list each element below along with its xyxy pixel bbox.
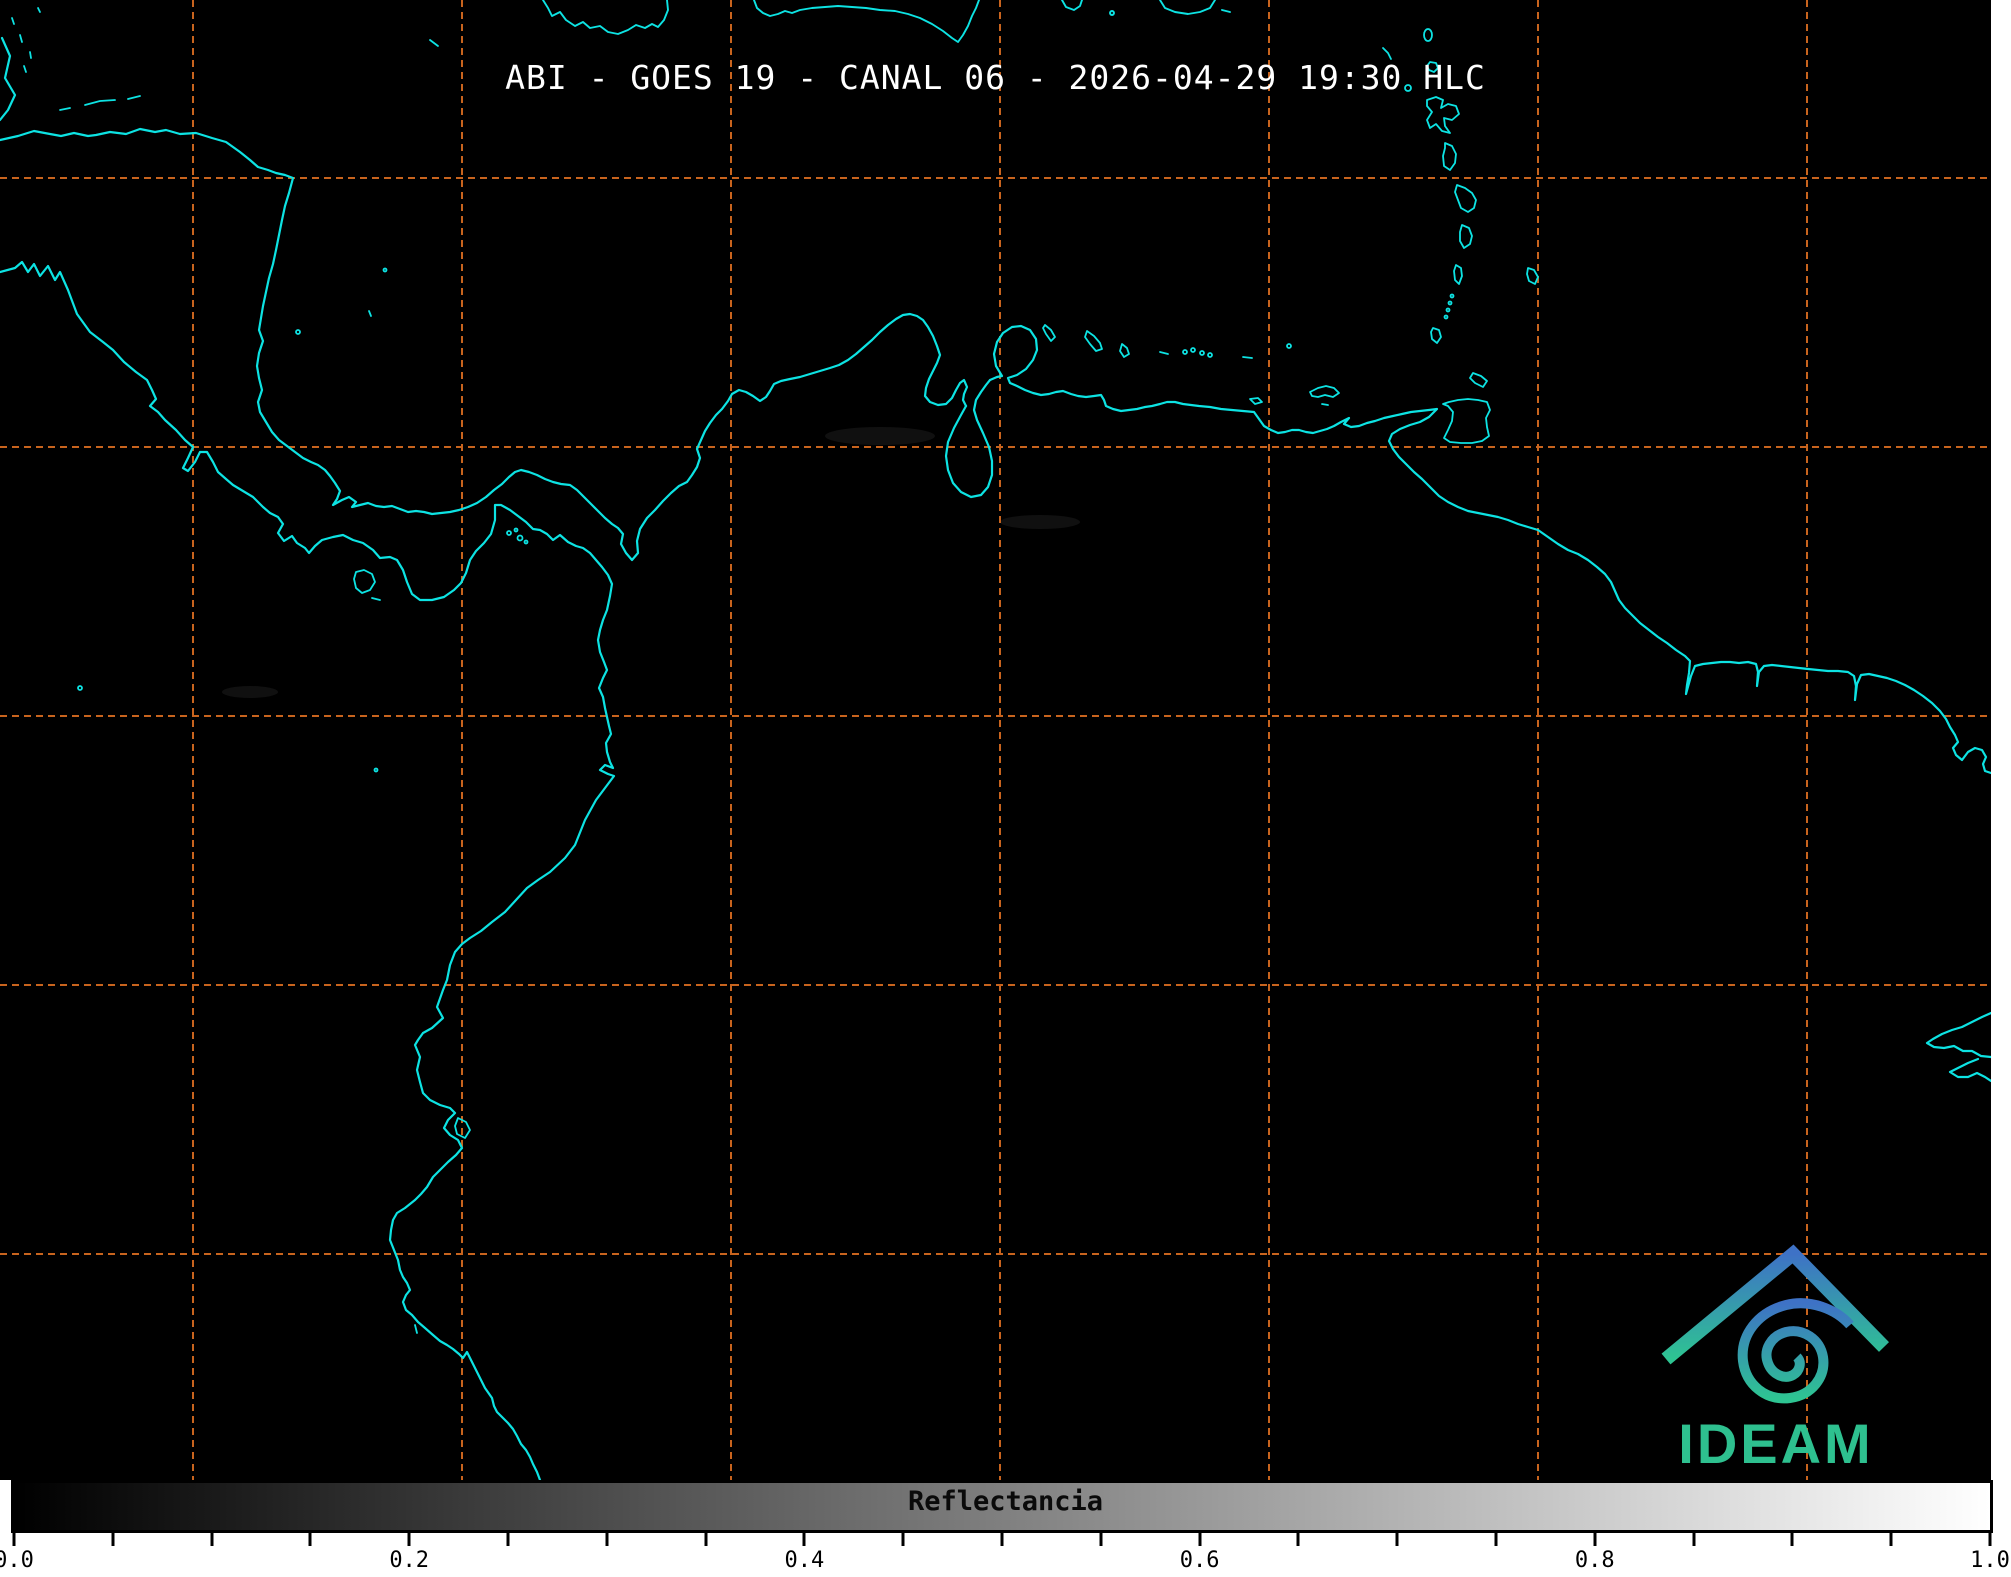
colorbar-ticks [0,1533,2011,1548]
island-mona [1109,10,1115,16]
map-area: ABI - GOES 19 - CANAL 06 - 2026-04-29 19… [0,0,1991,1480]
minor-tick [111,1533,115,1546]
satellite-product-figure: ABI - GOES 19 - CANAL 06 - 2026-04-29 19… [0,0,2011,1577]
island-perlas-1 [506,530,512,536]
coastline-caribbean-mainland [0,127,969,562]
island-cebaco [371,597,381,601]
minor-tick [901,1533,905,1546]
minor-tick [1000,1533,1004,1546]
island-vieques [1221,9,1231,13]
minor-tick [1099,1533,1103,1546]
island-providencia [382,267,388,273]
tick-label: 0.2 [389,1548,430,1573]
island-puerto-rico [1159,0,1216,15]
island-grenadine-4 [1443,314,1449,320]
coastline-amazon-fragment [1925,1011,1991,1083]
island-las-aves [1159,351,1169,355]
island-hispaniola [753,0,980,43]
tick-label: 0.6 [1179,1548,1220,1573]
product-title: ABI - GOES 19 - CANAL 06 - 2026-04-29 19… [505,58,1486,97]
island-pedro-cays [429,39,439,47]
minor-tick [1494,1533,1498,1546]
colorbar-title: Reflectancia [907,1486,1104,1517]
colorbar-tick-labels: 0.0 0.2 0.4 0.6 0.8 1.0 [0,1548,2011,1574]
island-coche [1321,403,1329,406]
island-la-orchila [1242,356,1253,359]
island-trinidad [1442,398,1491,444]
island-aruba [1042,324,1056,342]
island-guadeloupe [1426,96,1460,134]
tick-label: 0.4 [784,1548,825,1573]
major-tick [802,1533,806,1546]
coastline-venezuela-guyana [988,324,1991,775]
logo-swirl-icon [1737,1298,1854,1404]
island-utila [59,107,71,111]
major-tick [1198,1533,1202,1546]
island-martinique [1454,184,1477,213]
major-tick [1988,1533,1992,1546]
minor-tick [605,1533,609,1546]
minor-tick [704,1533,708,1546]
island-cocos [77,685,83,691]
logo-wordmark: IDEAM [1678,1412,1873,1475]
island-los-roques-3 [1199,350,1205,356]
minor-tick [506,1533,510,1546]
island-perlas-3 [516,534,524,542]
island-grenadine-1 [1449,293,1455,299]
minor-tick [1790,1533,1794,1546]
island-los-roques-4 [1207,352,1213,358]
island-barbados [1526,267,1539,285]
minor-tick [1395,1533,1399,1546]
island-st-vincent [1453,264,1463,285]
major-tick [12,1533,16,1546]
island-los-roques-1 [1182,349,1188,355]
island-grenadine-2 [1447,300,1453,306]
island-san-andres [368,310,372,317]
island-perlas-2 [513,527,519,533]
minor-tick [1889,1533,1893,1546]
island-grenadine-3 [1445,307,1451,313]
islands-greater-antilles [542,0,1231,43]
island-la-blanquilla [1286,343,1292,349]
tick-label: 1.0 [1970,1548,2010,1573]
island-bonaire [1119,343,1130,358]
island-grenada [1430,327,1442,344]
island-curacao [1084,330,1103,352]
island-hispaniola-east [1061,0,1083,11]
faint-reflectance [222,427,1080,698]
coastline-pacific [0,260,616,1480]
island-corn [295,329,301,335]
island-margarita [1309,385,1340,398]
island-perlas-4 [523,539,529,545]
minor-tick [210,1533,214,1546]
island-tobago [1469,372,1488,388]
island-dominica [1442,142,1457,171]
island-jamaica [542,0,669,35]
tick-label: 0.8 [1574,1548,1615,1573]
island-los-roques-2 [1190,347,1196,353]
minor-tick [1692,1533,1696,1546]
tick-label: 0.0 [0,1548,34,1573]
island-lobos [414,1324,418,1334]
island-st-lucia [1459,224,1473,249]
island-roatan [84,99,116,106]
islands-venezuela-offshore [1042,324,1340,406]
island-coiba [353,569,376,594]
ideam-logo: IDEAM [1661,1244,1890,1475]
major-tick [407,1533,411,1546]
minor-tick [1296,1533,1300,1546]
island-barbuda [1423,28,1433,42]
minor-tick [308,1533,312,1546]
island-la-tortuga [1249,397,1263,405]
island-malpelo [373,767,379,773]
major-tick [1593,1533,1597,1546]
